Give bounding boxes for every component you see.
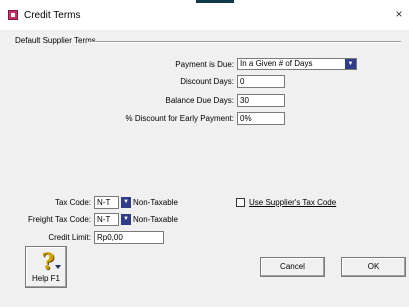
credit-limit-input[interactable]: Rp0,00: [94, 231, 164, 244]
ok-button[interactable]: OK: [341, 257, 406, 277]
cancel-button[interactable]: Cancel: [260, 257, 325, 277]
cancel-button-label: Cancel: [280, 262, 305, 271]
app-icon: [8, 10, 18, 20]
title-accent-strip: [196, 0, 234, 3]
discount-days-label: Discount Days:: [180, 77, 234, 86]
early-payment-discount-input[interactable]: 0%: [237, 112, 285, 125]
tax-code-description: Non-Taxable: [133, 198, 178, 207]
balance-due-days-input[interactable]: 30: [237, 94, 285, 107]
freight-tax-code-label: Freight Tax Code:: [28, 215, 91, 224]
early-payment-discount-label: % Discount for Early Payment:: [125, 114, 234, 123]
payment-is-due-select[interactable]: In a Given # of Days ▼: [237, 58, 357, 70]
group-divider: [88, 41, 401, 43]
use-supplier-tax-code-text: Use Supplier's Tax Code: [249, 198, 337, 207]
question-mark-icon: ?: [41, 249, 55, 275]
use-supplier-tax-code-label[interactable]: Use Supplier's Tax Code: [249, 198, 336, 207]
payment-is-due-label: Payment is Due:: [175, 60, 234, 69]
close-icon[interactable]: ×: [392, 7, 406, 21]
discount-days-input[interactable]: 0: [237, 75, 285, 88]
credit-terms-window: Credit Terms × Default Supplier Terms Pa…: [0, 0, 409, 307]
tax-code-dropdown-icon[interactable]: ▼: [121, 197, 131, 208]
balance-due-days-label: Balance Due Days:: [165, 96, 234, 105]
payment-is-due-value: In a Given # of Days: [240, 59, 313, 68]
credit-limit-label: Credit Limit:: [48, 233, 91, 242]
freight-tax-code-input[interactable]: N-T: [94, 213, 119, 226]
help-dropdown-arrow-icon: [55, 265, 61, 269]
freight-tax-code-description: Non-Taxable: [133, 215, 178, 224]
dropdown-arrow-icon[interactable]: ▼: [345, 59, 356, 69]
tax-code-input[interactable]: N-T: [94, 196, 119, 209]
tax-code-label: Tax Code:: [54, 198, 91, 207]
freight-tax-code-dropdown-icon[interactable]: ▼: [121, 214, 131, 225]
title-bar: Credit Terms ×: [0, 0, 409, 30]
help-button-label: Help F1: [31, 274, 60, 283]
ok-button-label: OK: [367, 262, 380, 271]
window-title: Credit Terms: [24, 10, 81, 21]
help-button[interactable]: ? Help F1: [25, 246, 67, 288]
group-label: Default Supplier Terms: [15, 36, 98, 45]
use-supplier-tax-code-checkbox[interactable]: [236, 198, 245, 207]
